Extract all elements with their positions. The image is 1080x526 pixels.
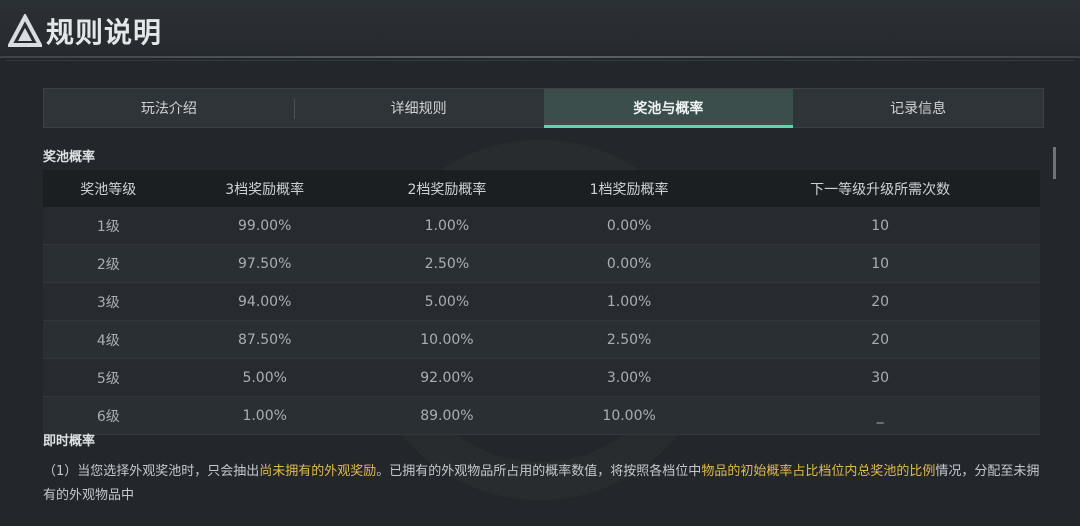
column-header: 1档奖励概率 — [538, 170, 721, 207]
column-header: 奖池等级 — [43, 170, 174, 207]
instant-probability-paragraph: （1）当您选择外观奖池时，只会抽出尚未拥有的外观奖励。已拥有的外观物品所占用的概… — [43, 460, 1043, 508]
table-cell: 1级 — [43, 207, 174, 245]
table-cell: 1.00% — [355, 207, 538, 245]
table-cell: 94.00% — [173, 282, 356, 321]
table-cell: 3级 — [43, 282, 174, 321]
paragraph-text: （1）当您选择外观奖池时，只会抽出 — [43, 464, 260, 479]
table-cell: 99.00% — [173, 207, 356, 245]
tab-bar: 玩法介绍 详细规则 奖池与概率 记录信息 — [43, 88, 1044, 128]
probability-table: 奖池等级 3档奖励概率 2档奖励概率 1档奖励概率 下一等级升级所需次数 1级 … — [43, 170, 1040, 435]
table-cell: 5级 — [43, 358, 174, 397]
table-cell: 1.00% — [538, 282, 721, 321]
table-cell: 97.50% — [173, 244, 356, 283]
table-cell: 2.50% — [538, 320, 721, 359]
table-cell: 20 — [720, 320, 1040, 359]
title-bar: 规则说明 — [0, 0, 1080, 58]
table-cell: 5.00% — [173, 358, 356, 397]
table-row: 6级 1.00% 89.00% 10.00% _ — [43, 396, 1040, 435]
title-divider-line — [6, 60, 1074, 61]
tab-record-info[interactable]: 记录信息 — [793, 89, 1043, 127]
highlight-text: 物品的初始概率占比档位内总奖池的比例 — [701, 464, 936, 479]
page-title: 规则说明 — [46, 16, 163, 49]
table-cell: 6级 — [43, 396, 174, 435]
table-cell: 0.00% — [538, 207, 721, 245]
table-header-row: 奖池等级 3档奖励概率 2档奖励概率 1档奖励概率 下一等级升级所需次数 — [43, 170, 1040, 207]
table-cell: 87.50% — [173, 320, 356, 359]
table-cell: 4级 — [43, 320, 174, 359]
table-row: 3级 94.00% 5.00% 1.00% 20 — [43, 282, 1040, 321]
tab-gameplay-intro[interactable]: 玩法介绍 — [44, 89, 294, 127]
triangle-logo-icon — [8, 14, 42, 47]
table-row: 2级 97.50% 2.50% 0.00% 10 — [43, 244, 1040, 283]
scrollbar-thumb[interactable] — [1053, 147, 1056, 179]
column-header: 下一等级升级所需次数 — [720, 170, 1040, 207]
table-cell: 2级 — [43, 244, 174, 283]
table-cell: 10.00% — [355, 320, 538, 359]
tab-pool-and-probability[interactable]: 奖池与概率 — [543, 89, 794, 128]
table-cell: 10 — [720, 244, 1040, 283]
instant-section-title: 即时概率 — [43, 434, 96, 449]
paragraph-text: 。已拥有的外观物品所占用的概率数值，将按照各档位中 — [376, 464, 702, 479]
table-cell: _ — [720, 396, 1040, 435]
title-divider — [0, 56, 1080, 58]
table-cell: 89.00% — [355, 396, 538, 435]
column-header: 2档奖励概率 — [355, 170, 538, 207]
highlight-text: 尚未拥有的外观奖励 — [259, 464, 377, 479]
table-cell: 20 — [720, 282, 1040, 321]
table-row: 5级 5.00% 92.00% 3.00% 30 — [43, 358, 1040, 397]
table-cell: 0.00% — [538, 244, 721, 283]
tab-detailed-rules[interactable]: 详细规则 — [293, 89, 544, 127]
table-cell: 2.50% — [355, 244, 538, 283]
table-cell: 10.00% — [538, 396, 721, 435]
pool-section-title: 奖池概率 — [43, 150, 96, 165]
table-row: 1级 99.00% 1.00% 0.00% 10 — [43, 207, 1040, 245]
table-cell: 30 — [720, 358, 1040, 397]
table-cell: 10 — [720, 207, 1040, 245]
table-row: 4级 87.50% 10.00% 2.50% 20 — [43, 320, 1040, 359]
table-cell: 5.00% — [355, 282, 538, 321]
table-cell: 3.00% — [538, 358, 721, 397]
table-cell: 92.00% — [355, 358, 538, 397]
table-cell: 1.00% — [173, 396, 356, 435]
column-header: 3档奖励概率 — [173, 170, 356, 207]
